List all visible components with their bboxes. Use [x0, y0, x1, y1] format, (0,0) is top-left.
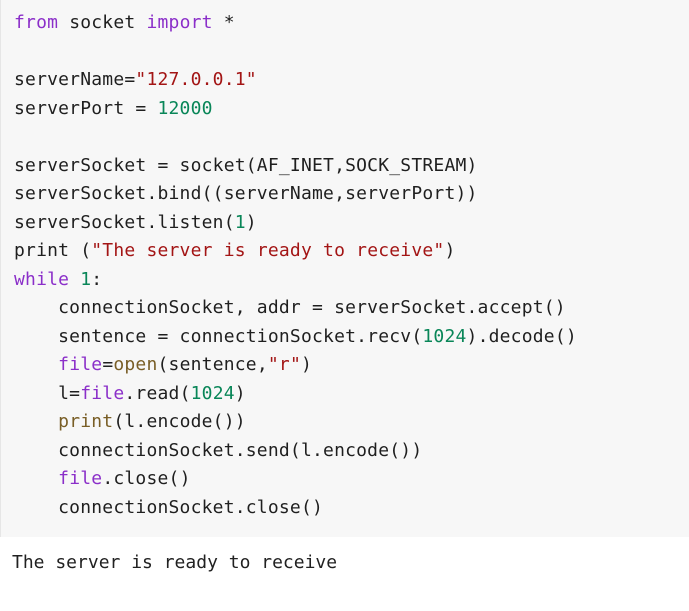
code-token-name: l=: [14, 382, 81, 404]
code-token-name: ): [301, 354, 313, 375]
code-token-name: .close(): [102, 468, 191, 489]
code-token-name: [14, 411, 58, 432]
code-token-name: =: [102, 354, 114, 375]
code-line: connectionSocket.close(): [14, 494, 577, 523]
code-token-keyword: file: [80, 382, 125, 404]
code-token-keyword: import: [146, 12, 213, 33]
code-token-name: serverName=: [14, 69, 136, 90]
code-token-name: (l.encode()): [113, 411, 246, 432]
code-token-name: [14, 354, 58, 375]
code-token-name: [14, 468, 58, 489]
code-token-name: sentence = connectionSocket.recv(: [14, 325, 423, 347]
code-token-name: .read(: [124, 382, 191, 404]
code-token-name: ): [444, 240, 456, 261]
code-token-name: serverSocket = socket(AF_INET,SOCK_STREA…: [14, 154, 478, 176]
code-line: connectionSocket, addr = serverSocket.ac…: [14, 294, 577, 323]
code-line: connectionSocket.send(l.encode()): [14, 437, 577, 466]
code-token-name: ): [234, 382, 246, 404]
code-token-number: 1024: [190, 382, 235, 404]
code-line: while 1:: [14, 266, 577, 295]
code-token-name: :: [91, 268, 103, 290]
code-token-keyword: from: [14, 12, 59, 33]
code-line: serverSocket = socket(AF_INET,SOCK_STREA…: [14, 152, 577, 181]
code-token-name: [69, 269, 80, 290]
code-line: file.close(): [14, 465, 577, 494]
code-token-operator: *: [212, 12, 235, 33]
code-token-name: print (: [14, 240, 92, 261]
code-token-number: 1: [234, 211, 246, 233]
code-line: serverName="127.0.0.1": [14, 66, 577, 95]
code-token-name: ): [245, 211, 257, 233]
code-token-keyword: file: [58, 468, 103, 489]
code-token-name: (sentence,: [157, 354, 268, 375]
code-token-string: "127.0.0.1": [135, 69, 257, 90]
code-line: serverPort = 12000: [14, 95, 577, 124]
code-line: sentence = connectionSocket.recv(1024).d…: [14, 323, 577, 352]
code-token-string: "The server is ready to receive": [91, 240, 445, 261]
code-token-keyword: while: [14, 268, 70, 290]
code-token-string: "r": [267, 354, 302, 375]
code-token-builtin: print: [58, 411, 114, 432]
code-line: from socket import *: [14, 9, 577, 38]
code-token-number: 1: [80, 268, 92, 290]
code-token-number: 12000: [157, 97, 213, 119]
code-token-builtin: open: [113, 354, 158, 375]
code-token-name: connectionSocket.send(l.encode()): [14, 439, 423, 461]
code-line: file=open(sentence,"r"): [14, 351, 577, 380]
code-token-name: serverSocket.bind((serverName,serverPort…: [14, 183, 478, 204]
code-token-name: socket: [58, 12, 147, 33]
code-token-keyword: file: [58, 354, 103, 375]
output-text: The server is ready to receive: [12, 552, 338, 573]
code-cell[interactable]: from socket import * serverName="127.0.0.…: [0, 0, 689, 537]
code-line: serverSocket.listen(1): [14, 209, 577, 238]
code-line: serverSocket.bind((serverName,serverPort…: [14, 180, 577, 209]
code-token-number: 1024: [422, 325, 467, 347]
code-line: l=file.read(1024): [14, 380, 577, 409]
code-token-name: ).decode(): [466, 325, 577, 347]
code-token-name: serverPort =: [14, 97, 158, 119]
code-token-name: connectionSocket.close(): [14, 496, 324, 518]
code-editor[interactable]: from socket import * serverName="127.0.0.…: [14, 9, 577, 522]
code-line: print ("The server is ready to receive"): [14, 237, 577, 266]
code-line: print(l.encode()): [14, 408, 577, 437]
code-token-name: connectionSocket, addr = serverSocket.ac…: [14, 297, 566, 318]
code-token-name: serverSocket.listen(: [14, 211, 235, 233]
cell-output: The server is ready to receive: [0, 537, 689, 611]
